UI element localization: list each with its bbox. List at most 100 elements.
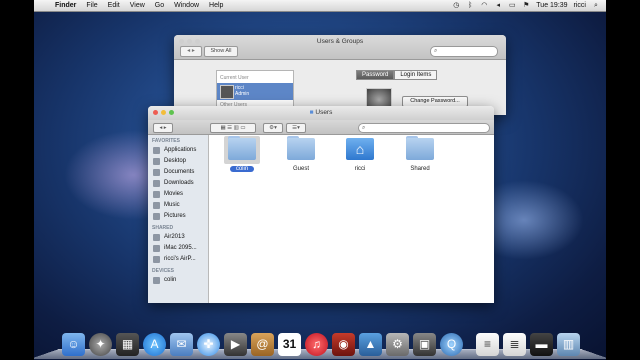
- finder-sidebar: FAVORITES Applications Desktop Documents…: [148, 135, 209, 303]
- action-button[interactable]: ⚙▾: [263, 123, 283, 133]
- user-role: Admin: [235, 91, 250, 97]
- app-store-dock-icon[interactable]: A: [143, 333, 166, 356]
- sidebar-item-airport[interactable]: ricci's AirP...: [153, 254, 196, 264]
- computer-icon: [153, 255, 160, 263]
- user-row-ricci[interactable]: ricci Admin: [217, 83, 293, 100]
- launchpad-dock-icon[interactable]: ✦: [89, 333, 112, 356]
- finder-search-field[interactable]: ⌕: [358, 123, 490, 133]
- menu-file[interactable]: File: [86, 2, 97, 9]
- volume-icon[interactable]: ◂: [494, 2, 502, 9]
- timemachine-icon[interactable]: ◷: [452, 2, 460, 9]
- spotlight-icon[interactable]: ⌕: [592, 2, 600, 9]
- applications-icon: [153, 146, 160, 154]
- view-mode-buttons[interactable]: ▦ ☰ ▥ ▭: [210, 123, 256, 133]
- battery-icon[interactable]: ▭: [508, 2, 516, 9]
- current-user-header: Current User: [220, 75, 249, 81]
- tab-bar: Password Login Items: [356, 70, 438, 80]
- home-folder-icon: ⌂: [346, 138, 374, 160]
- arrange-button[interactable]: ☰▾: [286, 123, 306, 133]
- video-frame: Finder File Edit View Go Window Help ◷ ᛒ…: [0, 0, 640, 360]
- folder-label: Shared: [410, 166, 430, 172]
- sidebar-item-colin[interactable]: colin: [153, 275, 176, 285]
- sidebar-item-label: colin: [164, 277, 177, 283]
- menu-go[interactable]: Go: [155, 2, 164, 9]
- folder-icon: [406, 138, 434, 160]
- user-menu[interactable]: ricci: [574, 2, 586, 9]
- quicktime-dock-icon[interactable]: Q: [440, 333, 463, 356]
- favorites-header: FAVORITES: [152, 138, 180, 144]
- folder-label: ricci: [354, 166, 366, 172]
- sidebar-item-downloads[interactable]: Downloads: [153, 178, 194, 188]
- folder-icon: [228, 138, 256, 160]
- folder-guest[interactable]: Guest: [281, 136, 321, 176]
- document-stack-dock-icon[interactable]: ≡: [476, 333, 499, 356]
- menu-app-finder[interactable]: Finder: [55, 2, 76, 9]
- clock[interactable]: Tue 19:39: [536, 2, 567, 9]
- devices-header: DEVICES: [152, 268, 174, 274]
- sidebar-item-label: Downloads: [164, 180, 194, 186]
- sidebar-item-music[interactable]: Music: [153, 200, 180, 210]
- trash-icon[interactable]: ▥: [557, 333, 580, 356]
- sidebar-item-pictures[interactable]: Pictures: [153, 211, 186, 221]
- device-dock-icon[interactable]: ▬: [530, 333, 553, 356]
- movies-icon: [153, 190, 160, 198]
- show-all-button[interactable]: Show All: [204, 46, 238, 57]
- contacts-dock-icon[interactable]: @: [251, 333, 274, 356]
- users-groups-toolbar: Users & Groups ◂ ▸ Show All ⌕: [174, 35, 506, 60]
- safari-dock-icon[interactable]: ✜: [197, 333, 220, 356]
- music-icon: [153, 201, 160, 209]
- desktop-icon: [153, 157, 160, 165]
- wifi-icon[interactable]: ◠: [480, 2, 488, 9]
- gear-icon: ⚙: [269, 125, 275, 131]
- finder-titlebar: ■ Users: [148, 106, 494, 121]
- sidebar-item-label: Applications: [164, 147, 197, 153]
- folder-shared[interactable]: Shared: [400, 136, 440, 176]
- tab-login-items[interactable]: Login Items: [394, 70, 438, 80]
- tab-password[interactable]: Password: [356, 70, 395, 80]
- sidebar-item-label: Desktop: [164, 158, 187, 164]
- finder-dock-icon[interactable]: ☺: [62, 333, 85, 356]
- menu-view[interactable]: View: [130, 2, 145, 9]
- sidebar-item-imac[interactable]: iMac 2095...: [153, 243, 197, 253]
- bluetooth-icon[interactable]: ᛒ: [466, 2, 474, 9]
- mail-dock-icon[interactable]: ✉: [170, 333, 193, 356]
- sidebar-item-desktop[interactable]: Desktop: [153, 156, 186, 166]
- sidebar-item-movies[interactable]: Movies: [153, 189, 183, 199]
- folder-ricci[interactable]: ⌂ ricci: [340, 136, 380, 176]
- system-preferences-dock-icon[interactable]: ⚙: [386, 333, 409, 356]
- downloads-stack-dock-icon[interactable]: ≣: [503, 333, 526, 356]
- shared-header: SHARED: [152, 225, 174, 231]
- desktop: Finder File Edit View Go Window Help ◷ ᛒ…: [34, 0, 606, 360]
- sidebar-item-label: Documents: [164, 169, 195, 175]
- users-groups-window: Users & Groups ◂ ▸ Show All ⌕ Current Us…: [174, 35, 506, 117]
- computer-icon: [153, 233, 160, 241]
- folder-small-icon: ■: [309, 109, 314, 116]
- screenshot-app-dock-icon[interactable]: ▣: [413, 333, 436, 356]
- finder-window: ■ Users ◂ ▸ ▦ ☰ ▥ ▭ ⚙▾ ☰▾ ⌕ FAVORITES Ap…: [148, 106, 494, 303]
- sidebar-item-label: Music: [164, 202, 180, 208]
- sidebar-item-label: Pictures: [164, 213, 186, 219]
- sidebar-item-label: Movies: [164, 191, 184, 197]
- menu-window[interactable]: Window: [174, 2, 199, 9]
- menu-extras: ◷ ᛒ ◠ ◂ ▭ ⚑ Tue 19:39 ricci ⌕: [452, 2, 600, 9]
- menu-help[interactable]: Help: [209, 2, 223, 9]
- nav-back-forward[interactable]: ◂ ▸: [180, 46, 202, 57]
- flag-icon[interactable]: ⚑: [522, 2, 530, 9]
- sidebar-item-air2013[interactable]: Air2013: [153, 232, 185, 242]
- avatar: [220, 85, 234, 99]
- facetime-dock-icon[interactable]: ▶: [224, 333, 247, 356]
- prefs-search-field[interactable]: ⌕: [430, 46, 498, 57]
- sidebar-item-label: ricci's AirP...: [164, 256, 196, 262]
- folder-colin[interactable]: colin: [222, 136, 262, 176]
- calendar-dock-icon[interactable]: 31: [278, 333, 301, 356]
- window-title: Users & Groups: [316, 38, 364, 45]
- back-forward-buttons[interactable]: ◂ ▸: [153, 123, 173, 133]
- sidebar-item-applications[interactable]: Applications: [153, 145, 196, 155]
- menu-edit[interactable]: Edit: [108, 2, 120, 9]
- sidebar-item-documents[interactable]: Documents: [153, 167, 194, 177]
- mission-control-dock-icon[interactable]: ▦: [116, 333, 139, 356]
- itunes-dock-icon[interactable]: ♫: [305, 333, 328, 356]
- folder-label: Guest: [292, 166, 309, 172]
- photo-booth-dock-icon[interactable]: ◉: [332, 333, 355, 356]
- iphoto-dock-icon[interactable]: ▲: [359, 333, 382, 356]
